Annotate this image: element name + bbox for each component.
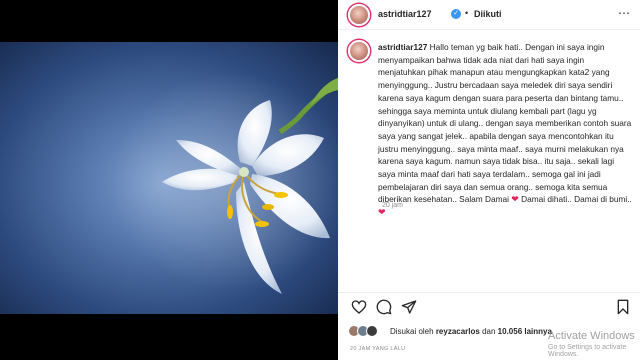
author-avatar[interactable] — [348, 4, 370, 26]
caption-author-avatar[interactable] — [348, 40, 370, 62]
comment-icon[interactable] — [376, 299, 392, 315]
share-icon[interactable] — [401, 299, 417, 315]
author-username[interactable]: astridtiar127 — [378, 9, 432, 19]
post-caption: astridtiar127 Hallo teman yg baik hati..… — [378, 41, 633, 219]
caption-heart-emoji: ❤ — [511, 194, 519, 205]
lily-flower-image — [110, 72, 338, 294]
verified-badge-icon: ✓ — [451, 9, 461, 19]
post-header: astridtiar127 ✓ • Diikuti ⋯ — [338, 0, 640, 30]
post-image — [0, 42, 338, 314]
caption-username[interactable]: astridtiar127 — [378, 42, 427, 52]
more-options-icon[interactable]: ⋯ — [618, 6, 630, 20]
caption-text: Hallo teman yg baik hati.. Dengan ini sa… — [378, 42, 632, 205]
likes-user[interactable]: reyzacarlos — [436, 327, 480, 336]
windows-activation-watermark: Activate Windows Go to Settings to activ… — [548, 330, 640, 358]
instagram-post-viewer: astridtiar127 ✓ • Diikuti ⋯ astridtiar12… — [0, 0, 640, 360]
likes-text: Disukai oleh reyzacarlos dan 10.056 lain… — [390, 327, 552, 336]
post-date: 20 JAM YANG LALU — [350, 346, 406, 352]
likes-count[interactable]: 10.056 lainnya — [498, 327, 552, 336]
bookmark-icon[interactable] — [615, 299, 631, 315]
post-actions-bar — [338, 292, 640, 322]
like-heart-icon[interactable] — [351, 299, 367, 315]
header-separator: • — [465, 8, 469, 18]
follow-status-button[interactable]: Diikuti — [474, 9, 502, 19]
watermark-title: Activate Windows — [548, 330, 635, 342]
watermark-subtitle: Go to Settings to activate Windows. — [548, 344, 627, 358]
caption-time-ago: 20 jam — [382, 202, 404, 209]
likes-prefix: Disukai oleh — [390, 327, 434, 336]
likes-conjunction: dan — [482, 327, 496, 336]
liker-avatar — [366, 325, 378, 337]
post-side-panel: astridtiar127 ✓ • Diikuti ⋯ astridtiar12… — [338, 0, 640, 360]
caption-tail-text: Damai dihati.. Damai di bumi.. — [521, 194, 632, 205]
